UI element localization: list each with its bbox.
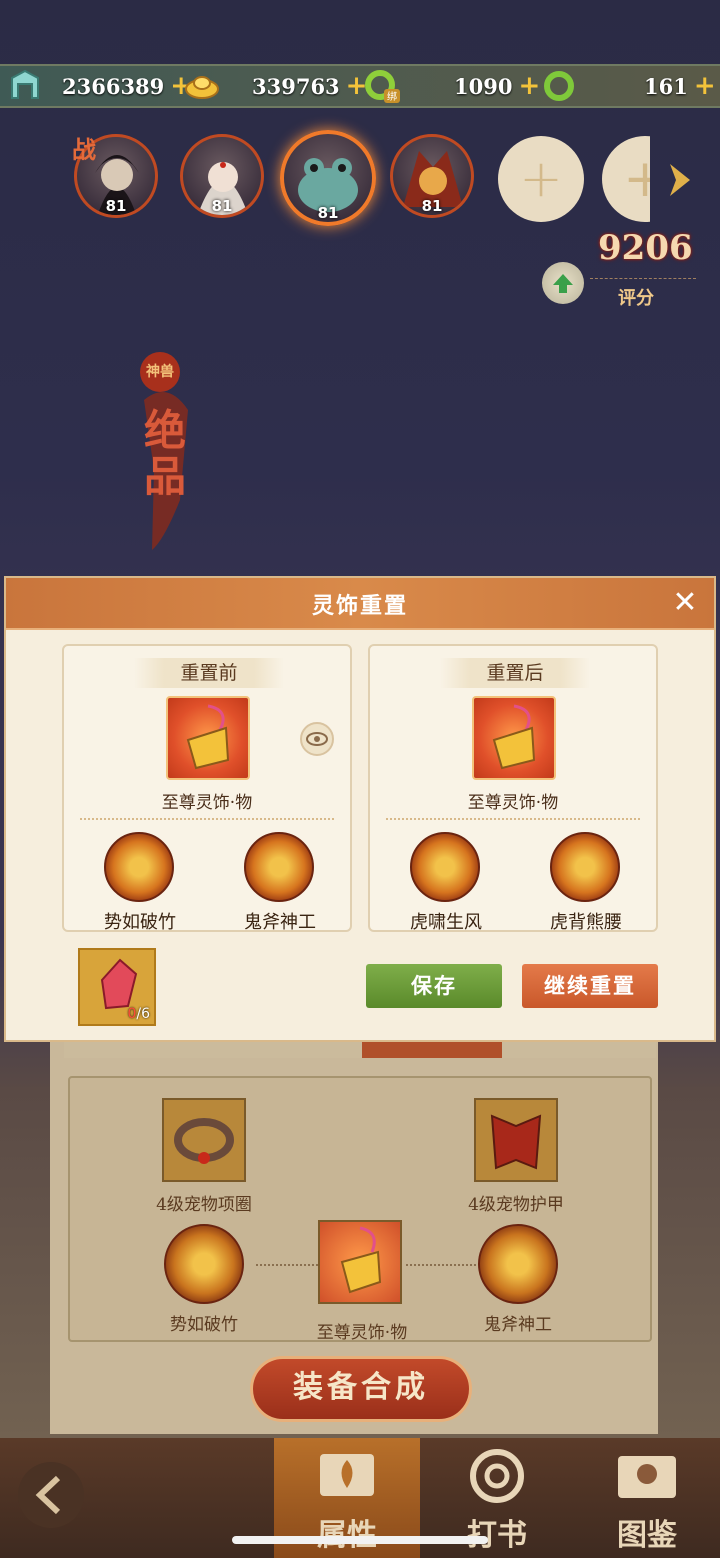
hero-level: 81 <box>317 204 339 222</box>
reset-material-slot[interactable]: 0/6 <box>78 948 156 1026</box>
nav-book-label: 打书 <box>467 1518 527 1553</box>
arrow-up-icon <box>553 274 573 293</box>
hero-slot-2[interactable]: 81 <box>180 134 264 218</box>
tab-equipment-active[interactable] <box>362 1040 502 1058</box>
home-indicator <box>232 1536 488 1544</box>
score-label: 评分 <box>618 288 654 309</box>
gold-value: 339763 <box>252 73 340 99</box>
nav-codex-label: 图鉴 <box>617 1518 677 1553</box>
jade-gate-value: 2366389 <box>62 73 165 99</box>
plus-icon: + <box>602 136 650 222</box>
dialog-header: 灵饰重置 ✕ <box>6 578 714 630</box>
currency-jade-gate-value-row: 2366389 + <box>62 70 192 102</box>
pet-subtabs <box>64 1040 656 1058</box>
score-divider <box>590 278 696 279</box>
book-flame-icon <box>320 1454 374 1496</box>
currency-jade-value-row: 161 + <box>644 70 716 102</box>
skill-icon[interactable] <box>550 832 620 902</box>
skill-icon[interactable] <box>244 832 314 902</box>
hero-slot-frog-selected[interactable]: 81 <box>280 130 376 226</box>
currency-bound-jade-value-row: 1090 + <box>454 70 540 102</box>
connector-line <box>406 1264 476 1266</box>
continue-reset-button[interactable]: 继续重置 <box>522 964 658 1008</box>
skill-icon[interactable] <box>104 832 174 902</box>
currency-bar: 2366389 + 339763 + 绑 1090 + 161 + <box>0 64 720 108</box>
currency-gold-value-row: 339763 + <box>252 70 367 102</box>
eye-icon <box>306 732 328 746</box>
quality-text: 绝品 <box>143 406 186 501</box>
upgrade-arrow-button[interactable] <box>542 262 584 304</box>
hero-level: 81 <box>105 197 127 215</box>
quality-tag: 神兽 <box>140 352 180 392</box>
material-count: 0/6 <box>127 1006 150 1022</box>
pet-armor-label: 4级宠物护甲 <box>468 1195 564 1215</box>
pet-collar-slot[interactable] <box>162 1098 246 1182</box>
equipment-compose-button[interactable]: 装备合成 <box>250 1356 472 1422</box>
quality-banner: 神兽 绝品 <box>130 350 200 560</box>
save-button[interactable]: 保存 <box>366 964 502 1008</box>
ornament-item-icon[interactable] <box>166 696 250 780</box>
nav-attributes-label: 属性 <box>274 1510 420 1554</box>
ornament-icon <box>340 1226 382 1294</box>
add-hero-button[interactable]: + <box>498 136 584 222</box>
equipment-panel: 4级宠物项圈 4级宠物护甲 势如破竹 至尊灵饰·物 鬼斧神工 <box>68 1076 652 1343</box>
skill-left-label: 势如破竹 <box>170 1315 238 1335</box>
nav-codex[interactable]: 图鉴 <box>574 1438 720 1558</box>
after-skill-1: 虎啸生风 <box>410 912 482 933</box>
panel-divider <box>386 818 640 820</box>
hero-level: 81 <box>421 197 443 215</box>
center-ornament-slot[interactable] <box>318 1220 402 1304</box>
battle-tag: 战 <box>72 135 96 164</box>
plus-icon: + <box>519 149 563 209</box>
close-icon[interactable]: ✕ <box>670 588 700 618</box>
bound-jade-value: 1090 <box>454 73 513 99</box>
hero-slot-4[interactable]: 81 <box>390 134 474 218</box>
skill-left-icon[interactable] <box>164 1224 244 1304</box>
codex-cat-book-icon <box>618 1456 676 1498</box>
swirl-icon <box>470 1449 524 1503</box>
panel-divider <box>80 818 334 820</box>
center-ornament-label: 至尊灵饰·物 <box>316 1323 408 1343</box>
back-button[interactable] <box>18 1462 84 1528</box>
before-reset-panel: 重置前 至尊灵饰·物 势如破竹 鬼斧神工 <box>62 644 352 933</box>
bound-jade-dragon-icon: 绑 <box>364 70 400 103</box>
collar-icon <box>174 1118 234 1164</box>
pet-armor-slot[interactable] <box>474 1098 558 1182</box>
pet-collar-label: 4级宠物项圈 <box>156 1195 252 1215</box>
back-arrow-icon <box>35 1475 61 1515</box>
add-bound-jade-icon[interactable]: + <box>518 73 540 99</box>
preview-eye-button[interactable] <box>300 722 334 756</box>
before-skill-1: 势如破竹 <box>104 912 176 933</box>
skill-right-icon[interactable] <box>478 1224 558 1304</box>
hero-level: 81 <box>211 197 233 215</box>
score-value: 9206 <box>598 228 693 268</box>
add-jade-icon[interactable]: + <box>694 73 716 99</box>
currency-jade-gate <box>8 68 42 104</box>
after-skill-2: 虎背熊腰 <box>550 912 622 933</box>
dialog-title: 灵饰重置 <box>311 593 408 619</box>
before-skill-2: 鬼斧神工 <box>244 912 316 933</box>
before-reset-title: 重置前 <box>134 658 284 688</box>
jade-value: 161 <box>644 73 688 99</box>
jade-gate-icon <box>8 68 42 104</box>
jade-dragon-icon <box>542 70 576 102</box>
gold-ingot-icon <box>184 70 220 102</box>
after-item-name: 至尊灵饰·物 <box>467 793 559 813</box>
connector-line <box>256 1264 318 1266</box>
add-hero-button-partial[interactable]: + <box>602 136 650 222</box>
svg-text:绑: 绑 <box>387 91 397 103</box>
material-need: /6 <box>136 1006 150 1022</box>
skill-right-label: 鬼斧神工 <box>484 1315 552 1335</box>
ornament-reset-dialog: 灵饰重置 ✕ 重置前 至尊灵饰·物 势如破竹 鬼斧神工 重置后 至尊灵饰·物 虎… <box>4 576 716 1042</box>
ornament-item-icon[interactable] <box>472 696 556 780</box>
after-reset-panel: 重置后 至尊灵饰·物 虎啸生风 虎背熊腰 <box>368 644 658 933</box>
skill-icon[interactable] <box>410 832 480 902</box>
scroll-right-arrow-icon[interactable] <box>664 160 694 204</box>
armor-icon <box>490 1114 542 1170</box>
before-item-name: 至尊灵饰·物 <box>161 793 253 813</box>
after-reset-title: 重置后 <box>440 658 590 688</box>
